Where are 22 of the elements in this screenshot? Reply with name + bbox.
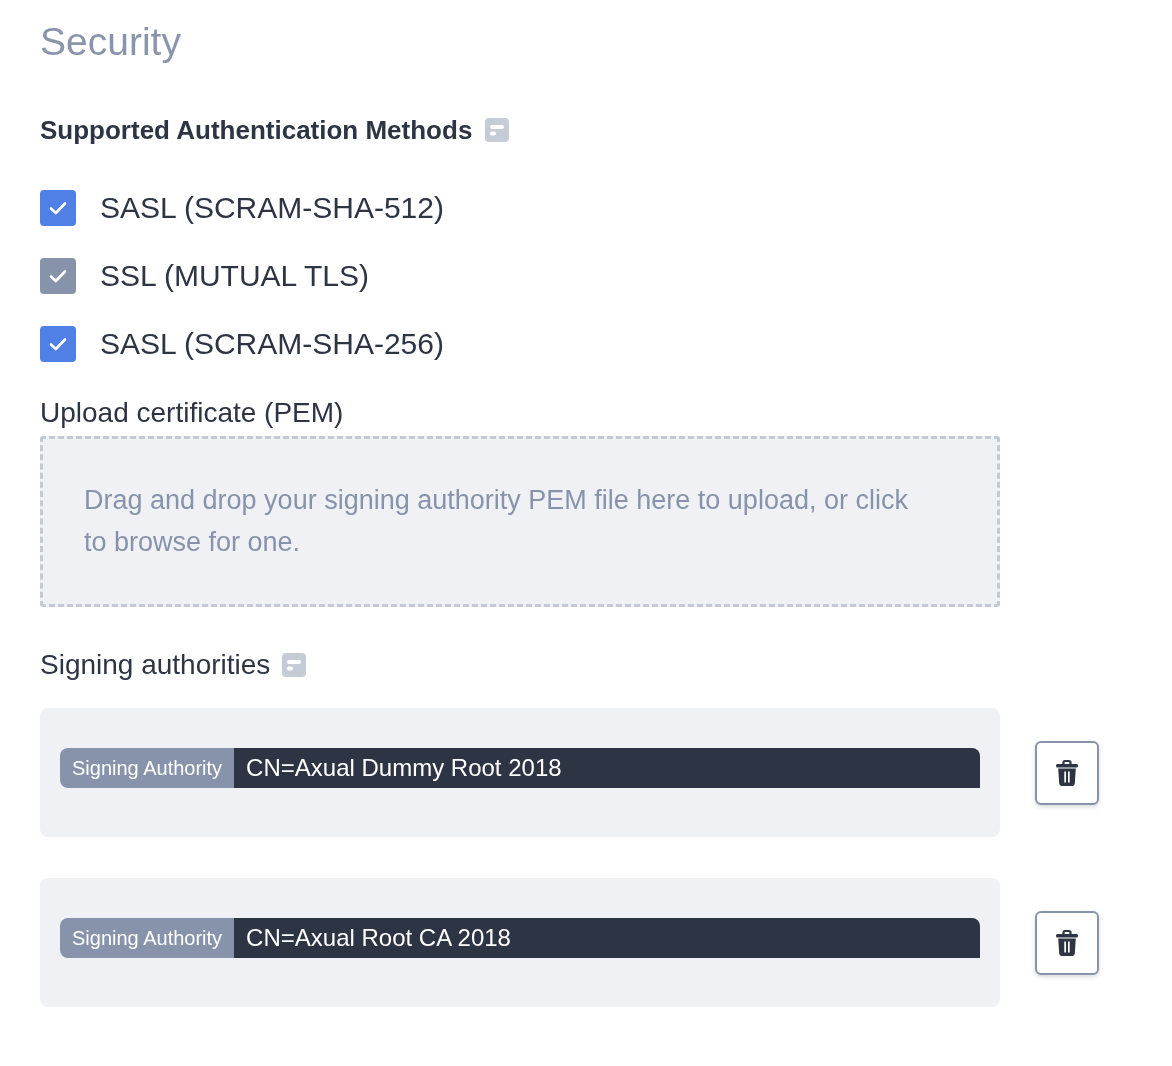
checkbox-label[interactable]: SASL (SCRAM-SHA-256) — [100, 326, 444, 362]
checkbox-label[interactable]: SASL (SCRAM-SHA-512) — [100, 190, 444, 226]
checkbox[interactable] — [40, 326, 76, 362]
section-heading: Supported Authentication Methods — [40, 114, 473, 146]
authority-tag: Signing Authority — [60, 748, 235, 788]
check-icon — [49, 201, 67, 215]
authority-tag: Signing Authority — [60, 918, 235, 958]
authority-value: CN=Axual Root CA 2018 — [234, 918, 980, 958]
field-label: Upload certificate (PEM) — [40, 397, 344, 429]
check-icon — [49, 337, 67, 351]
note-icon — [282, 653, 307, 677]
trash-icon — [1055, 758, 1079, 787]
page-title: Security — [40, 19, 181, 65]
section-heading: Signing authorities — [40, 649, 271, 681]
authority-value: CN=Axual Dummy Root 2018 — [234, 748, 980, 788]
delete-button[interactable] — [1035, 910, 1099, 975]
note-icon — [485, 118, 510, 142]
check-icon — [49, 269, 67, 283]
checkbox[interactable] — [40, 190, 76, 226]
checkbox-label: SSL (MUTUAL TLS) — [100, 258, 369, 294]
delete-button[interactable] — [1035, 740, 1099, 805]
trash-icon — [1055, 928, 1079, 957]
